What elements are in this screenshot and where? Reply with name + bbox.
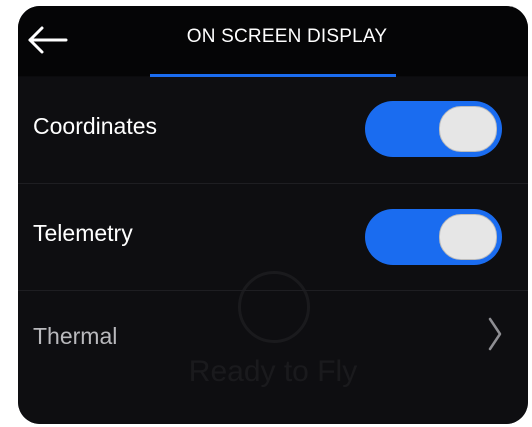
telemetry-toggle[interactable] [365,209,502,265]
chevron-right-icon[interactable] [488,317,502,356]
page-title: ON SCREEN DISPLAY [186,26,388,47]
on-screen-display-panel: Ready to Fly Coordinates Telemetry Therm… [18,6,528,424]
setting-label-telemetry: Telemetry [33,220,133,246]
toggle-knob [439,106,497,152]
settings-list: Ready to Fly Coordinates Telemetry Therm… [18,77,528,424]
setting-row-thermal[interactable]: Thermal [18,291,528,381]
setting-label-coordinates: Coordinates [33,113,158,139]
coordinates-toggle[interactable] [365,101,502,157]
toggle-knob [439,214,497,260]
header-bar: ON SCREEN DISPLAY [18,6,528,76]
setting-label-thermal: Thermal [33,323,118,349]
setting-row-coordinates: Coordinates [18,77,528,184]
active-tab-indicator [150,74,396,77]
setting-row-telemetry: Telemetry [18,184,528,291]
